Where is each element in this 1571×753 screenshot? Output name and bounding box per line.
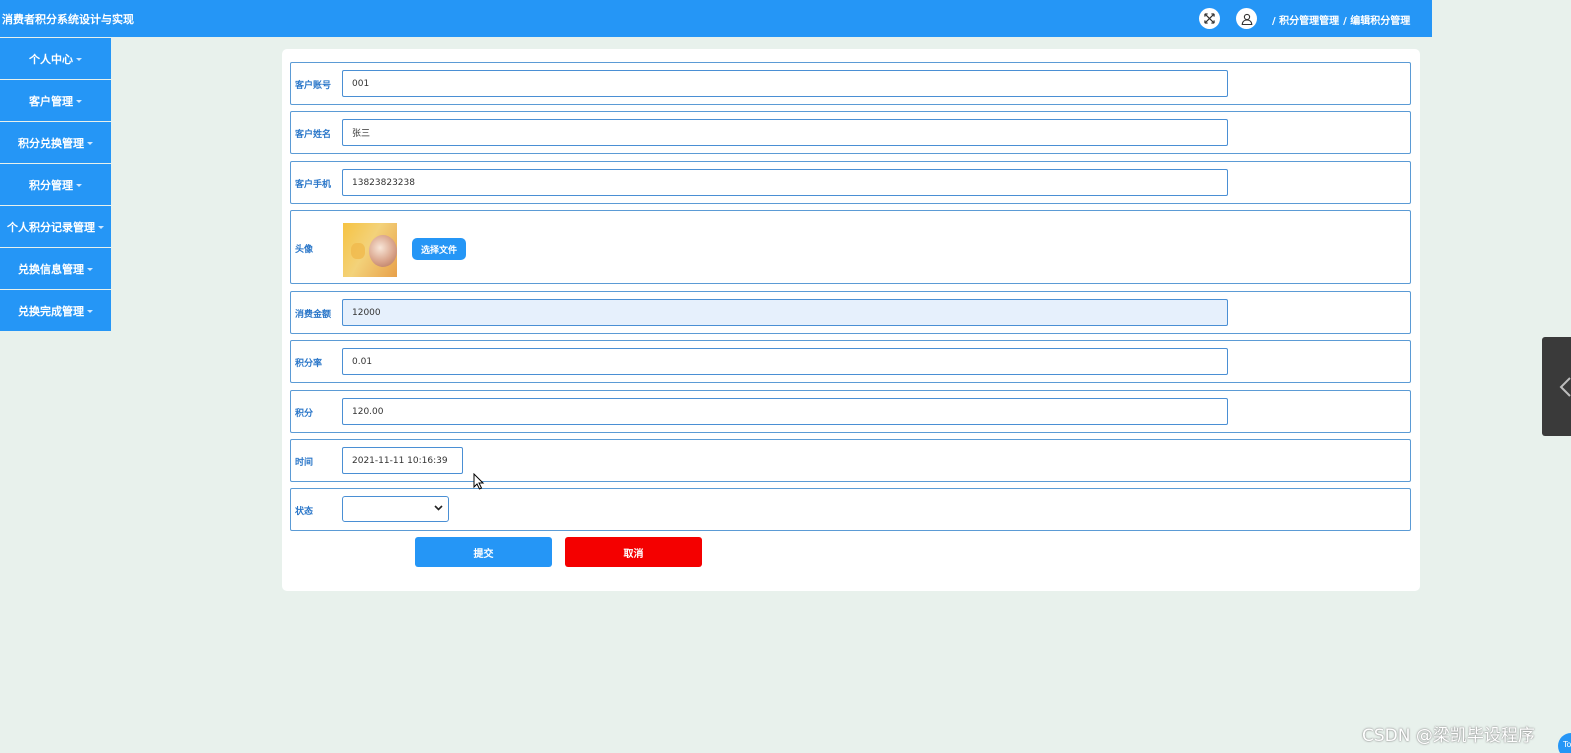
caret-down-icon bbox=[87, 310, 93, 313]
sidebar-item-label: 客户管理 bbox=[29, 94, 73, 108]
chevron-down-icon bbox=[434, 505, 443, 511]
choose-file-button[interactable]: 选择文件 bbox=[412, 238, 466, 260]
form-row-customer-name: 客户姓名 bbox=[290, 111, 1411, 154]
app-title: 消费者积分系统设计与实现 bbox=[2, 13, 134, 26]
top-bar: 消费者积分系统设计与实现 / 积分管理管理 / 编辑积分管理 bbox=[0, 0, 1432, 37]
mouse-cursor-icon bbox=[473, 473, 485, 490]
sidebar-item-personal-center[interactable]: 个人中心 bbox=[0, 38, 111, 79]
customer-account-label: 客户账号 bbox=[295, 81, 332, 91]
time-label: 时间 bbox=[295, 458, 314, 468]
sidebar-item-customers[interactable]: 客户管理 bbox=[0, 80, 111, 121]
avatar-preview bbox=[343, 223, 397, 277]
sidebar-item-points[interactable]: 积分管理 bbox=[0, 164, 111, 205]
caret-down-icon bbox=[76, 184, 82, 187]
caret-down-icon bbox=[87, 268, 93, 271]
fullscreen-button[interactable] bbox=[1199, 8, 1220, 29]
rate-label: 积分率 bbox=[295, 359, 323, 369]
avatar-label: 头像 bbox=[295, 245, 314, 255]
collapse-panel-tab[interactable] bbox=[1542, 337, 1571, 436]
amount-label: 消费金额 bbox=[295, 310, 332, 320]
edit-points-form: 客户账号 客户姓名 客户手机 头像 选择文件 消费金额 积分率 积分 时间 状态 bbox=[282, 49, 1420, 591]
caret-down-icon bbox=[76, 100, 82, 103]
form-row-rate: 积分率 bbox=[290, 340, 1411, 383]
caret-down-icon bbox=[98, 226, 104, 229]
customer-account-input[interactable] bbox=[342, 70, 1228, 97]
user-menu-button[interactable] bbox=[1236, 8, 1257, 29]
sidebar-item-exchange-info[interactable]: 兑换信息管理 bbox=[0, 248, 111, 289]
status-label: 状态 bbox=[295, 507, 314, 517]
form-row-customer-account: 客户账号 bbox=[290, 62, 1411, 105]
form-row-time: 时间 bbox=[290, 439, 1411, 482]
sidebar-item-label: 积分管理 bbox=[29, 178, 73, 192]
sidebar-item-points-exchange[interactable]: 积分兑换管理 bbox=[0, 122, 111, 163]
sidebar-item-points-records[interactable]: 个人积分记录管理 bbox=[0, 206, 111, 247]
amount-input[interactable] bbox=[342, 299, 1228, 326]
sidebar-item-label: 兑换信息管理 bbox=[18, 262, 84, 276]
form-row-customer-phone: 客户手机 bbox=[290, 161, 1411, 204]
back-to-top-button[interactable]: Top bbox=[1558, 733, 1571, 753]
sidebar: 个人中心 客户管理 积分兑换管理 积分管理 个人积分记录管理 兑换信息管理 兑换… bbox=[0, 38, 111, 332]
breadcrumb-item[interactable]: / 积分管理管理 bbox=[1272, 12, 1339, 27]
chevron-left-icon bbox=[1559, 377, 1571, 397]
sidebar-item-label: 个人积分记录管理 bbox=[7, 220, 95, 234]
customer-name-input[interactable] bbox=[342, 119, 1228, 146]
caret-down-icon bbox=[87, 142, 93, 145]
status-select[interactable] bbox=[342, 496, 449, 522]
form-row-amount: 消费金额 bbox=[290, 291, 1411, 334]
sidebar-item-label: 兑换完成管理 bbox=[18, 304, 84, 318]
points-label: 积分 bbox=[295, 409, 314, 419]
caret-down-icon bbox=[76, 58, 82, 61]
rate-input[interactable] bbox=[342, 348, 1228, 375]
watermark: CSDN @梁凯毕设程序 bbox=[1362, 726, 1535, 746]
customer-phone-input[interactable] bbox=[342, 169, 1228, 196]
cancel-button[interactable]: 取消 bbox=[565, 537, 702, 567]
points-input[interactable] bbox=[342, 398, 1228, 425]
sidebar-item-label: 个人中心 bbox=[29, 52, 73, 66]
customer-phone-label: 客户手机 bbox=[295, 180, 332, 190]
user-icon bbox=[1241, 13, 1252, 25]
form-row-avatar: 头像 选择文件 bbox=[290, 210, 1411, 284]
breadcrumb-item: / 编辑积分管理 bbox=[1343, 16, 1411, 27]
breadcrumb: / 积分管理管理 / 编辑积分管理 bbox=[1272, 12, 1410, 27]
sidebar-item-label: 积分兑换管理 bbox=[18, 136, 84, 150]
time-input[interactable] bbox=[342, 447, 463, 474]
form-row-status: 状态 bbox=[290, 488, 1411, 531]
fullscreen-icon bbox=[1204, 13, 1215, 24]
form-row-points: 积分 bbox=[290, 390, 1411, 433]
customer-name-label: 客户姓名 bbox=[295, 130, 332, 140]
submit-button[interactable]: 提交 bbox=[415, 537, 552, 567]
sidebar-item-exchange-complete[interactable]: 兑换完成管理 bbox=[0, 290, 111, 331]
